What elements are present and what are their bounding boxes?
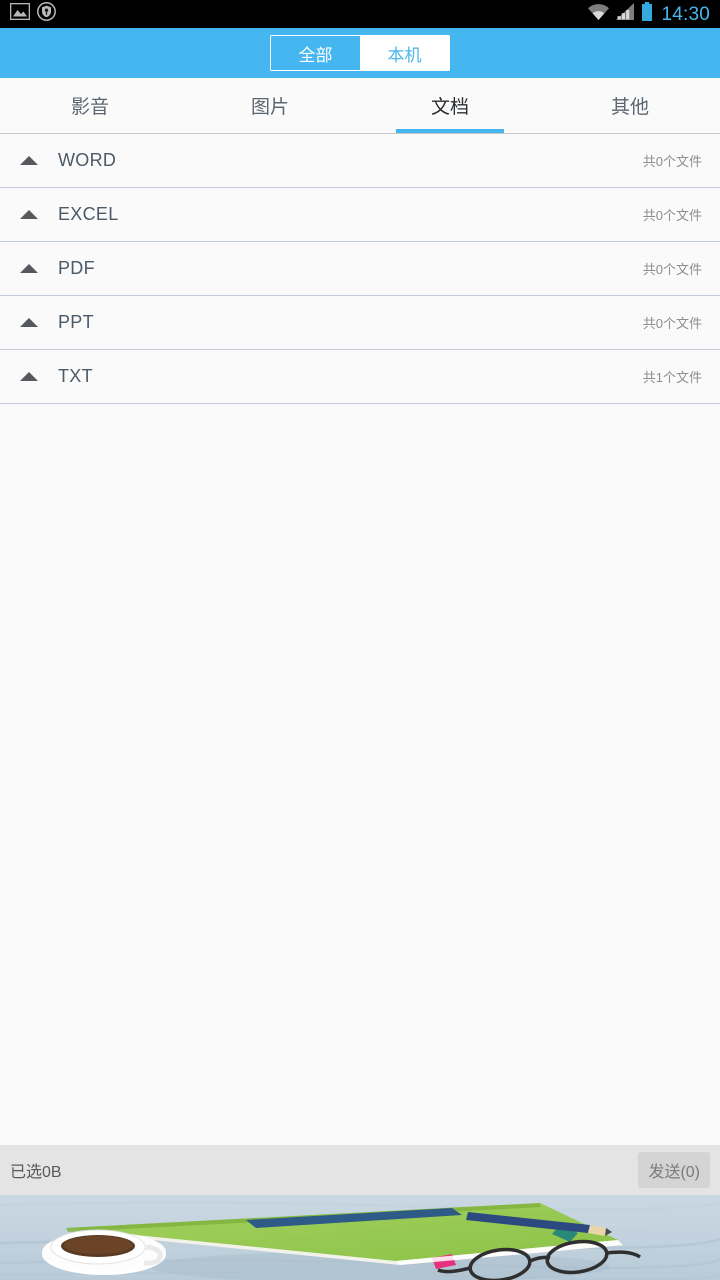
row-file-count: 共0个文件 [642,316,702,331]
tab-documents[interactable]: 文档 [360,78,540,133]
row-label: PDF [58,258,95,278]
row-file-count: 共0个文件 [642,262,702,277]
app-header: 全部 本机 [0,28,720,78]
content-area: WORD 共0个文件 EXCEL 共0个文件 PDF 共0个文件 PPT 共0个… [0,134,720,1145]
row-label: EXCEL [58,204,119,224]
triangle-up-icon[interactable] [16,372,42,381]
row-label: PPT [58,312,94,332]
document-category-list: WORD 共0个文件 EXCEL 共0个文件 PDF 共0个文件 PPT 共0个… [0,134,720,404]
row-label: TXT [58,366,93,386]
row-file-count: 共1个文件 [642,370,702,385]
status-bar-right-icons: 14:30 [587,2,710,26]
signal-icon [616,2,635,26]
tab-media[interactable]: 影音 [0,78,180,133]
row-file-count: 共0个文件 [642,154,702,169]
segment-all[interactable]: 全部 [270,35,360,71]
tab-pictures[interactable]: 图片 [180,78,360,133]
selection-bottom-bar: 已选0B 发送(0) [0,1145,720,1195]
battery-icon [641,2,653,26]
image-icon [9,2,31,25]
segment-local[interactable]: 本机 [360,35,450,71]
source-segmented-control[interactable]: 全部 本机 [270,35,450,71]
triangle-up-icon[interactable] [16,210,42,219]
desk-scene-wallpaper [0,1195,720,1280]
table-row[interactable]: TXT 共1个文件 [0,350,720,404]
triangle-up-icon[interactable] [16,264,42,273]
selected-size-label: 已选0B [10,1164,62,1181]
tab-other[interactable]: 其他 [540,78,720,133]
row-label: WORD [58,150,117,170]
wifi-icon [587,3,610,26]
table-row[interactable]: WORD 共0个文件 [0,134,720,188]
send-button[interactable]: 发送(0) [638,1152,710,1188]
wallpaper-illustration [0,1195,720,1280]
empty-list-area [0,404,720,1145]
table-row[interactable]: EXCEL 共0个文件 [0,188,720,242]
table-row[interactable]: PDF 共0个文件 [0,242,720,296]
status-bar-left-icons [9,2,56,26]
table-row[interactable]: PPT 共0个文件 [0,296,720,350]
triangle-up-icon[interactable] [16,156,42,165]
shield-location-icon [37,2,56,26]
status-clock: 14:30 [661,3,710,25]
category-tabbar[interactable]: 影音 图片 文档 其他 [0,78,720,134]
row-file-count: 共0个文件 [642,208,702,223]
status-bar: 14:30 [0,0,720,28]
triangle-up-icon[interactable] [16,318,42,327]
